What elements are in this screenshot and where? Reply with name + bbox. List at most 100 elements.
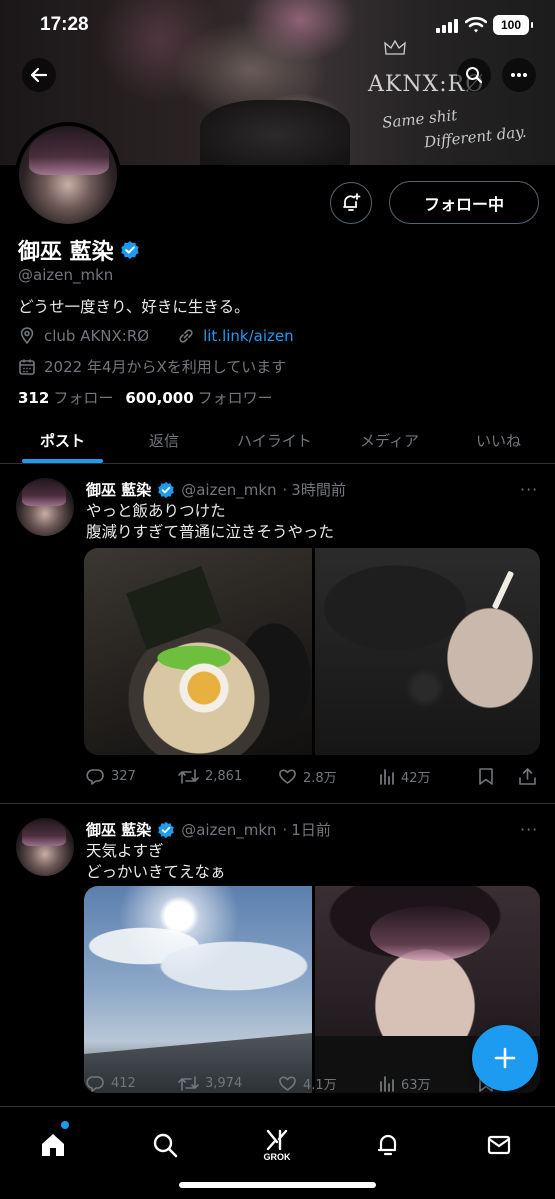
views-button[interactable]: 63万 bbox=[379, 1074, 431, 1093]
link-icon bbox=[179, 329, 193, 343]
repost-icon bbox=[178, 769, 199, 784]
status-time: 17:28 bbox=[40, 14, 89, 35]
post-author-avatar[interactable] bbox=[16, 478, 74, 536]
like-button[interactable]: 4.1万 bbox=[278, 1074, 337, 1093]
profile-bio: どうせ一度きり、好きに生きる。 bbox=[18, 298, 250, 316]
tab-media[interactable]: メディア bbox=[360, 430, 419, 451]
share-button[interactable] bbox=[518, 767, 543, 786]
repost-icon bbox=[178, 1076, 199, 1091]
heart-icon bbox=[279, 769, 296, 784]
post-timestamp[interactable]: 3時間前 bbox=[291, 479, 346, 500]
following-label: フォロー bbox=[53, 389, 114, 407]
view-count: 42万 bbox=[401, 771, 431, 786]
like-count: 2.8万 bbox=[303, 771, 337, 786]
post-text-line: やっと飯ありつけた bbox=[86, 502, 226, 520]
post-image-sky[interactable] bbox=[84, 886, 312, 1093]
nav-search[interactable] bbox=[145, 1125, 185, 1165]
profile-avatar[interactable] bbox=[15, 122, 121, 228]
bookmark-button[interactable] bbox=[477, 767, 501, 786]
plus-icon bbox=[494, 1047, 516, 1069]
post-separator: · bbox=[282, 480, 288, 499]
profile-location: club AKNX:RØ bbox=[44, 327, 150, 345]
banner-tagline: Same shit bbox=[381, 106, 459, 132]
search-icon bbox=[466, 67, 483, 84]
tab-posts[interactable]: ポスト bbox=[40, 430, 85, 451]
analytics-icon bbox=[380, 1075, 394, 1092]
post-timestamp[interactable]: 1日前 bbox=[291, 819, 331, 840]
followers-label: フォロワー bbox=[197, 389, 273, 407]
nav-home[interactable] bbox=[33, 1125, 73, 1165]
reply-button[interactable]: 327 bbox=[86, 767, 136, 786]
more-options-button[interactable] bbox=[502, 58, 536, 92]
calendar-icon bbox=[19, 359, 35, 375]
profile-name-row: 御巫 藍染 bbox=[18, 234, 140, 266]
reply-count: 327 bbox=[111, 769, 136, 784]
following-button[interactable]: フォロー中 bbox=[389, 181, 539, 224]
repost-count: 2,861 bbox=[205, 769, 243, 784]
nav-grok[interactable]: GROK bbox=[257, 1125, 297, 1165]
home-indicator bbox=[179, 1182, 376, 1188]
bell-plus-icon bbox=[343, 193, 361, 211]
repost-button[interactable]: 3,974 bbox=[178, 1074, 242, 1093]
like-count: 4.1万 bbox=[303, 1078, 337, 1093]
nav-messages[interactable] bbox=[479, 1125, 519, 1165]
reply-count: 412 bbox=[111, 1076, 136, 1091]
like-button[interactable]: 2.8万 bbox=[278, 767, 337, 786]
post-more-icon[interactable]: ··· bbox=[520, 480, 538, 499]
post-more-icon[interactable]: ··· bbox=[520, 820, 538, 839]
verified-badge-icon[interactable] bbox=[120, 240, 140, 260]
repost-button[interactable]: 2,861 bbox=[178, 767, 242, 786]
post-author-handle: @aizen_mkn bbox=[181, 820, 277, 839]
post-text-line: どっかいきてえなぁ bbox=[86, 863, 226, 881]
profile-website-link[interactable]: lit.link/aizen bbox=[203, 327, 294, 345]
tab-likes[interactable]: いいね bbox=[476, 430, 521, 451]
tab-replies[interactable]: 返信 bbox=[149, 430, 179, 451]
home-icon bbox=[42, 1134, 64, 1156]
profile-joined-row: 2022 年4月からXを利用しています bbox=[18, 356, 286, 377]
post-image-hand[interactable] bbox=[312, 548, 540, 755]
reply-icon bbox=[86, 1076, 104, 1092]
envelope-icon bbox=[487, 1135, 511, 1155]
status-bar: 17:28 100 bbox=[0, 0, 555, 50]
wifi-icon bbox=[465, 16, 487, 33]
post-author-name[interactable]: 御巫 藍染 bbox=[86, 819, 151, 840]
views-button[interactable]: 42万 bbox=[379, 767, 431, 786]
profile-follow-counts: 312 フォロー 600,000 フォロワー bbox=[18, 387, 285, 408]
bell-icon bbox=[377, 1134, 397, 1156]
home-notification-dot bbox=[61, 1121, 69, 1129]
search-button[interactable] bbox=[457, 58, 491, 92]
post-media bbox=[84, 548, 540, 755]
post-image-ramen[interactable] bbox=[84, 548, 312, 755]
post-text: やっと飯ありつけた 腹減りすぎて普通に泣きそうやった bbox=[86, 501, 334, 543]
grok-label: GROK bbox=[263, 1151, 291, 1162]
share-icon bbox=[519, 768, 536, 785]
banner-sleeve bbox=[200, 100, 350, 165]
battery-indicator: 100 bbox=[493, 15, 533, 35]
repost-count: 3,974 bbox=[205, 1076, 243, 1091]
tab-highlights[interactable]: ハイライト bbox=[237, 430, 312, 451]
more-horizontal-icon bbox=[511, 73, 527, 77]
following-count-link[interactable]: 312 フォロー bbox=[18, 387, 113, 408]
profile-joined-date: 2022 年4月からXを利用しています bbox=[44, 358, 287, 376]
post-text-line: 天気よすぎ bbox=[86, 842, 164, 860]
profile-tabs: ポスト 返信 ハイライト メディア いいね bbox=[0, 420, 555, 464]
followers-count: 600,000 bbox=[125, 389, 194, 407]
post-separator: · bbox=[282, 820, 288, 839]
post-text: 天気よすぎ どっかいきてえなぁ bbox=[86, 841, 226, 883]
verified-badge-icon bbox=[158, 821, 175, 838]
post-actions: 327 2,861 2.8万 42万 bbox=[86, 767, 540, 789]
post-author-name[interactable]: 御巫 藍染 bbox=[86, 479, 151, 500]
heart-icon bbox=[279, 1076, 296, 1091]
active-tab-indicator bbox=[22, 459, 103, 463]
bookmark-icon bbox=[479, 768, 493, 785]
back-button[interactable] bbox=[22, 58, 56, 92]
verified-badge-icon bbox=[158, 481, 175, 498]
nav-notifications[interactable] bbox=[368, 1125, 408, 1165]
post-header: 御巫 藍染 @aizen_mkn · 3時間前 bbox=[86, 479, 346, 500]
notifications-toggle-button[interactable] bbox=[330, 182, 372, 224]
reply-button[interactable]: 412 bbox=[86, 1074, 136, 1093]
compose-post-button[interactable] bbox=[472, 1025, 538, 1091]
followers-count-link[interactable]: 600,000 フォロワー bbox=[125, 387, 272, 408]
post-author-avatar[interactable] bbox=[16, 818, 74, 876]
arrow-left-icon bbox=[30, 67, 48, 83]
